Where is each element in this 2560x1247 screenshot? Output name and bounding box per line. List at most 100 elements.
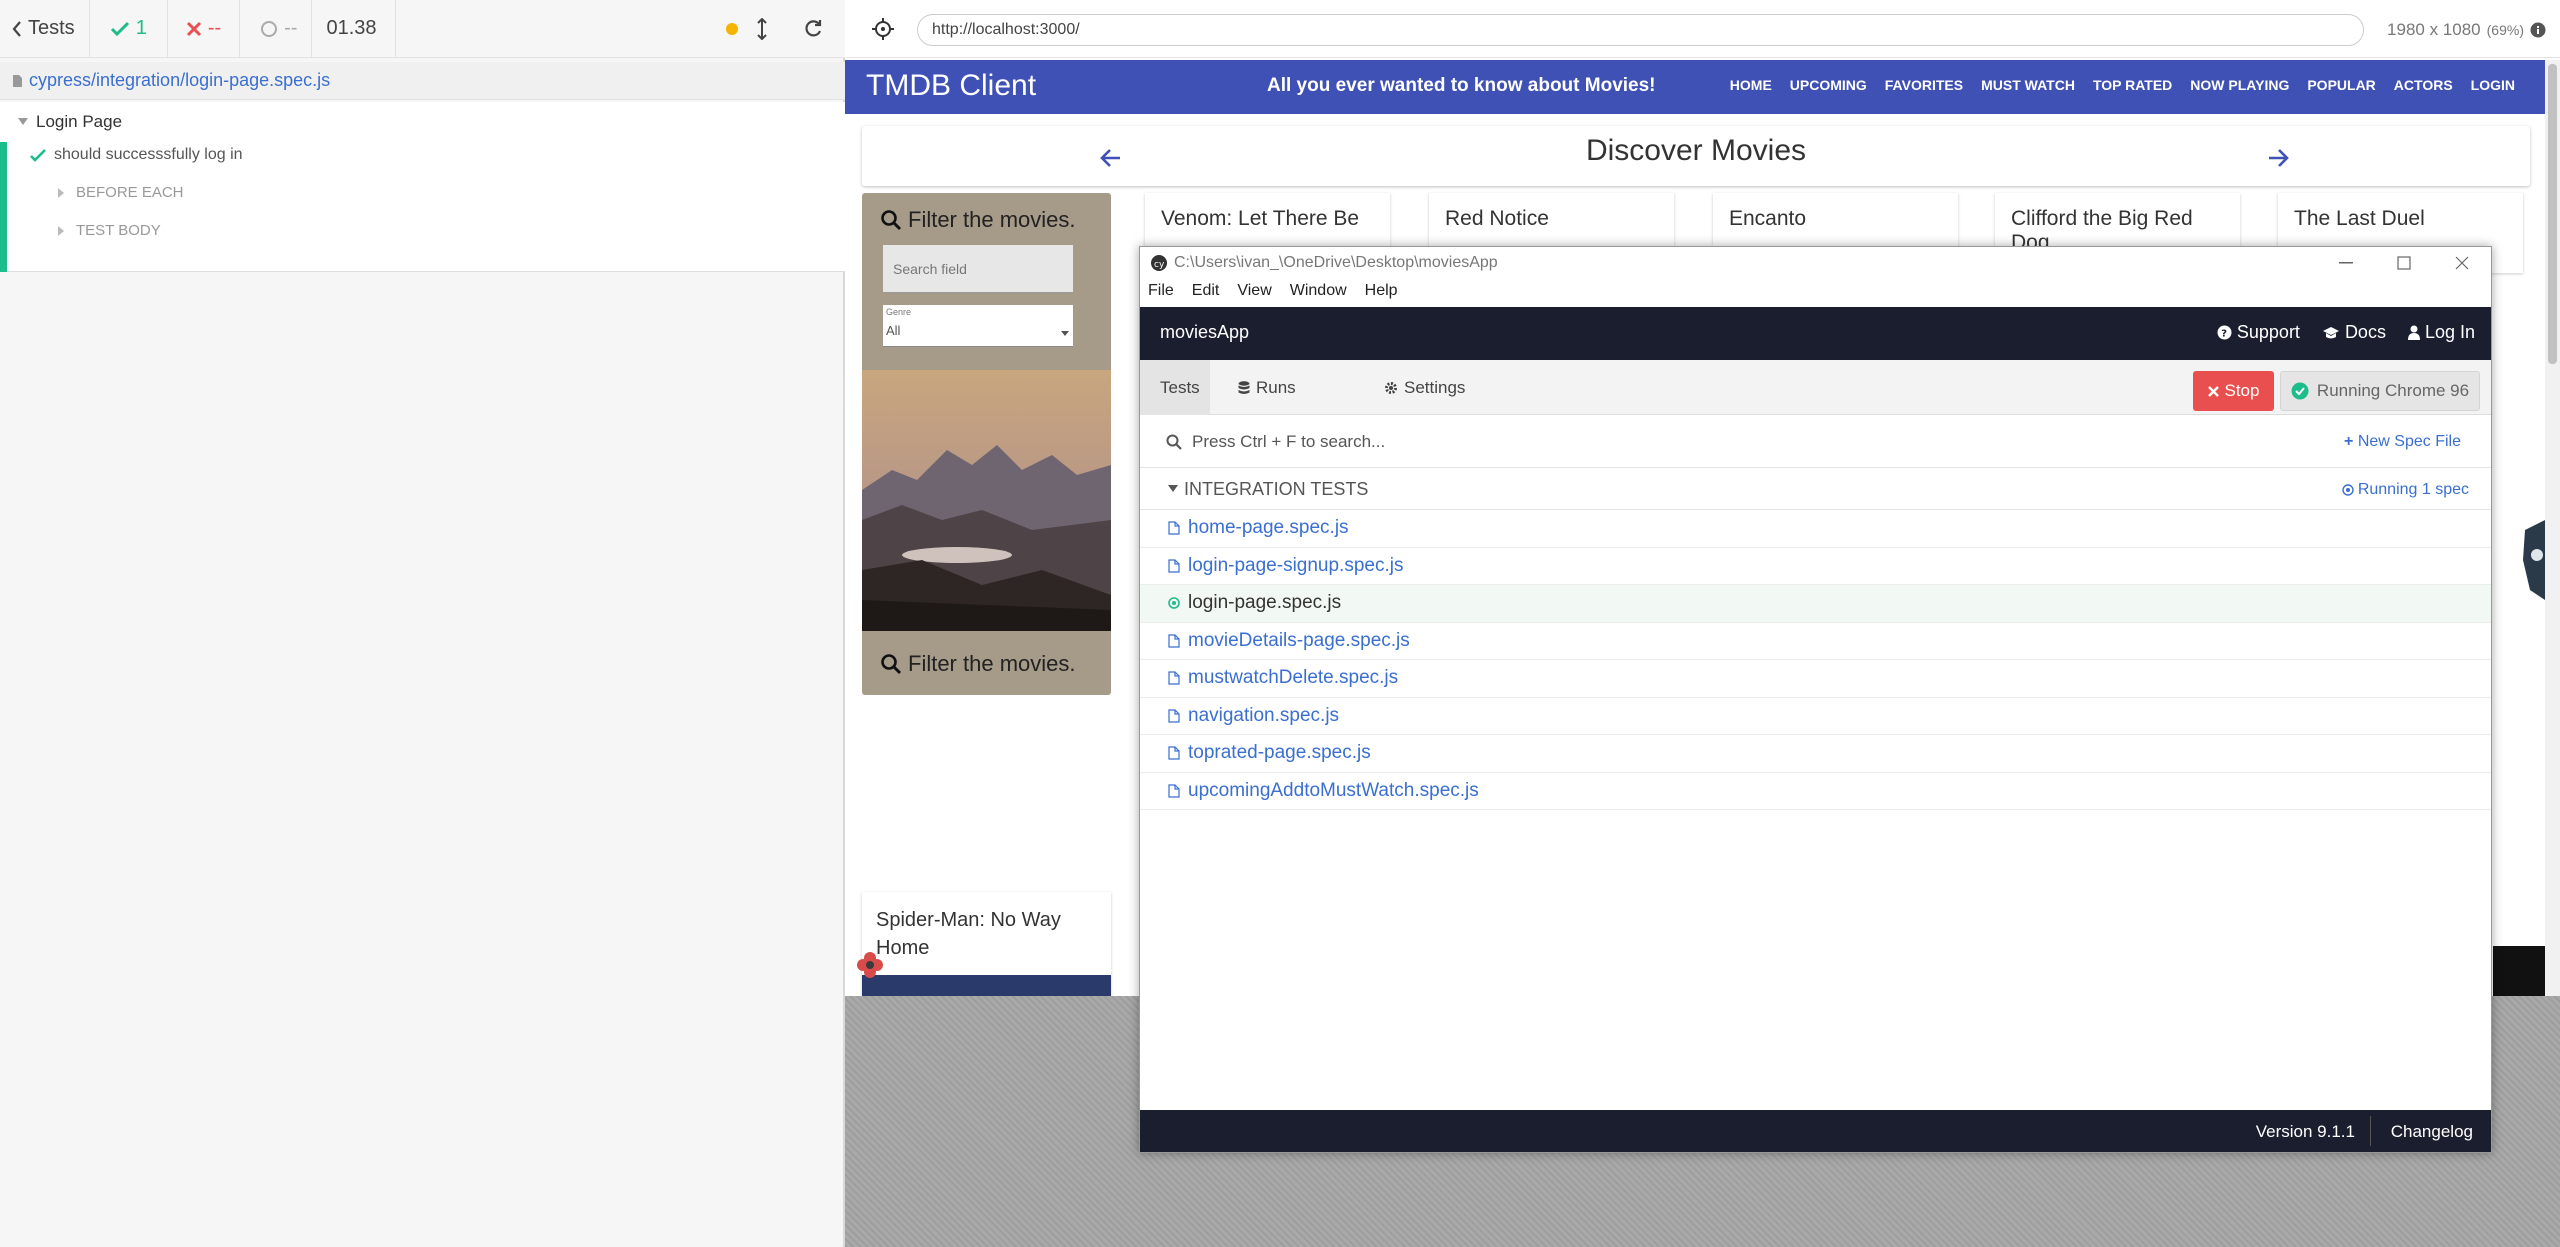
docs-link[interactable]: Docs [2322, 322, 2386, 343]
spec-file-row[interactable]: login-page.spec.js [1140, 585, 2491, 623]
movie-title: Spider-Man: No Way Home [876, 909, 1061, 959]
tmdb-tagline: All you ever wanted to know about Movies… [1267, 75, 1656, 96]
spec-path-bar[interactable]: cypress/integration/login-page.spec.js [0, 62, 845, 100]
menu-view[interactable]: View [1237, 282, 1271, 300]
spec-search-bar[interactable]: Press Ctrl + F to search... + New Spec F… [1140, 416, 2491, 468]
hook-before-each[interactable]: BEFORE EACH [58, 184, 184, 201]
maximize-button[interactable] [2375, 247, 2433, 279]
nav-favorites[interactable]: FAVORITES [1885, 77, 1963, 93]
movie-search-field[interactable]: Search field [883, 245, 1073, 293]
movie-title: Venom: Let There Be [1161, 207, 1360, 230]
spec-file-row[interactable]: login-page-signup.spec.js [1140, 548, 2491, 585]
tab-tests[interactable]: Tests [1140, 360, 1210, 415]
genre-select[interactable]: Genre All [883, 305, 1073, 347]
nav-top-rated[interactable]: TOP RATED [2093, 77, 2172, 93]
passed-indicator-bar [0, 142, 7, 272]
running-browser-status[interactable]: Running Chrome 96 [2280, 371, 2480, 411]
version-label[interactable]: Version 9.1.1 [2256, 1122, 2355, 1142]
search-icon [1166, 434, 1182, 450]
caret-right-icon [58, 225, 64, 236]
movie-title: Encanto [1729, 207, 1807, 230]
spec-file-row[interactable]: toprated-page.spec.js [1140, 735, 2491, 773]
nav-actors[interactable]: ACTORS [2394, 77, 2453, 93]
menu-window[interactable]: Window [1290, 282, 1347, 300]
login-link[interactable]: Log In [2407, 322, 2475, 343]
discover-header: Discover Movies [862, 126, 2530, 186]
spec-file-row[interactable]: upcomingAddtoMustWatch.spec.js [1140, 773, 2491, 810]
nav-must-watch[interactable]: MUST WATCH [1981, 77, 2075, 93]
viewport-scale: (69%) [2486, 22, 2524, 38]
chevron-left-icon [12, 20, 22, 37]
nav-login[interactable]: LOGIN [2471, 77, 2515, 93]
spec-file-name: mustwatchDelete.spec.js [1188, 667, 1399, 689]
movie-poster-partial [2485, 460, 2545, 640]
tab-runs[interactable]: Runs [1224, 360, 1310, 415]
integration-tests-folder[interactable]: INTEGRATION TESTS Running 1 spec [1140, 469, 2491, 510]
tmdb-brand[interactable]: TMDB Client [866, 69, 1036, 103]
suite-row[interactable]: Login Page [18, 112, 122, 132]
window-titlebar[interactable]: cy C:\Users\ivan_\OneDrive\Desktop\movie… [1140, 247, 2491, 279]
spec-file-name: login-page-signup.spec.js [1188, 554, 1404, 576]
spec-file-name: login-page.spec.js [1188, 592, 1342, 614]
close-button[interactable] [2433, 247, 2491, 279]
spec-file-row[interactable]: home-page.spec.js [1140, 510, 2491, 548]
x-icon [186, 21, 202, 37]
search-icon [880, 209, 902, 231]
nav-popular[interactable]: POPULAR [2307, 77, 2375, 93]
nav-now-playing[interactable]: NOW PLAYING [2190, 77, 2289, 93]
menu-file[interactable]: File [1148, 282, 1174, 300]
info-icon[interactable] [2530, 22, 2546, 38]
arrow-forward-icon[interactable] [2267, 148, 2289, 168]
caret-down-icon [1168, 485, 1178, 492]
url-field[interactable]: http://localhost:3000/ [917, 14, 2364, 46]
viewport-info[interactable]: 1980 x 1080 (69%) [2387, 20, 2546, 40]
test-row[interactable]: should successsfully log in [30, 146, 243, 164]
svg-text:cy: cy [1154, 260, 1165, 270]
window-controls [2317, 247, 2491, 279]
file-icon [1168, 746, 1180, 760]
hook-test-body[interactable]: TEST BODY [58, 222, 161, 239]
window-title: C:\Users\ivan_\OneDrive\Desktop\moviesAp… [1174, 254, 1498, 271]
menu-help[interactable]: Help [1365, 282, 1398, 300]
changelog-link[interactable]: Changelog [2391, 1122, 2473, 1142]
spec-file-row[interactable]: mustwatchDelete.spec.js [1140, 660, 2491, 698]
dropdown-arrow-icon [1061, 331, 1069, 336]
pending-count: -- [240, 0, 313, 57]
filter-title-2: Filter the movies. [880, 651, 1076, 677]
spec-path[interactable]: cypress/integration/login-page.spec.js [29, 70, 330, 91]
stop-button[interactable]: Stop [2193, 371, 2274, 411]
duration: 01.38 [312, 0, 396, 57]
nav-upcoming[interactable]: UPCOMING [1790, 77, 1867, 93]
menu-edit[interactable]: Edit [1192, 282, 1220, 300]
test-title: should successsfully log in [54, 146, 243, 163]
back-to-tests-button[interactable]: Tests [0, 0, 90, 57]
react-devtools-flower-icon[interactable] [855, 950, 885, 980]
failed-count: -- [168, 0, 241, 57]
project-name: moviesApp [1160, 322, 1250, 342]
nav-home[interactable]: HOME [1730, 77, 1772, 93]
genre-value: All [886, 323, 901, 338]
search-icon [880, 653, 902, 675]
resize-vertical-icon[interactable] [757, 17, 767, 40]
selector-playground-icon[interactable] [871, 17, 895, 41]
scroll-thumb[interactable] [2548, 64, 2557, 364]
spec-file-row[interactable]: movieDetails-page.spec.js [1140, 623, 2491, 660]
circle-notch-icon [260, 20, 278, 38]
footer-divider [2370, 1116, 2371, 1146]
reporter-controls [711, 0, 845, 57]
check-circle-icon [2291, 382, 2309, 400]
database-icon [1238, 380, 1250, 394]
tab-settings[interactable]: Settings [1370, 360, 1479, 415]
minimize-button[interactable] [2317, 247, 2375, 279]
movie-poster-partial [862, 975, 1111, 996]
aut-scrollbar[interactable] [2545, 60, 2560, 996]
support-link[interactable]: ? Support [2217, 322, 2300, 343]
maximize-icon [2397, 256, 2411, 270]
spec-file-row[interactable]: navigation.spec.js [1140, 698, 2491, 735]
movie-title: Red Notice [1445, 207, 1549, 230]
viewport-dimensions: 1980 x 1080 [2387, 20, 2481, 39]
new-spec-file-button[interactable]: + New Spec File [2344, 433, 2461, 451]
close-icon [2207, 385, 2219, 397]
restart-icon[interactable] [803, 19, 823, 39]
header-links: ? Support Docs Log In [2217, 322, 2475, 343]
